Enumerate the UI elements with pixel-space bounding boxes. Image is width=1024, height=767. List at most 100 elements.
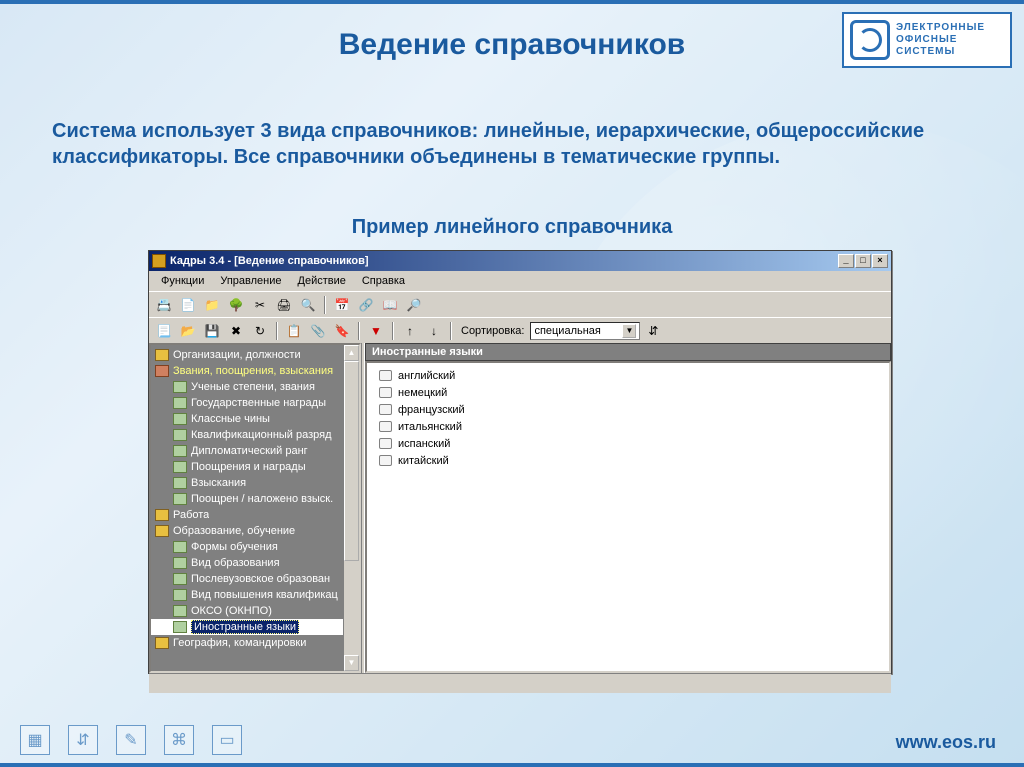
tree-item-label: Иностранные языки	[191, 620, 299, 634]
tb-tree-icon[interactable]: 🌳	[225, 295, 247, 315]
tb-down-icon[interactable]: ↓	[423, 321, 445, 341]
slide-title: Ведение справочников	[0, 28, 1024, 62]
tb-page-icon[interactable]: 📄	[177, 295, 199, 315]
doc-icon	[173, 413, 187, 425]
tree-item[interactable]: Работа	[151, 507, 359, 523]
menu-action[interactable]: Действие	[290, 273, 354, 289]
tree-item[interactable]: Классные чины	[151, 411, 359, 427]
doc-icon	[173, 621, 187, 633]
menu-management[interactable]: Управление	[212, 273, 289, 289]
tb-open-icon[interactable]: 📂	[177, 321, 199, 341]
content-body: английский немецкий французский итальянский…	[365, 361, 891, 673]
menu-help[interactable]: Справка	[354, 273, 413, 289]
footer-url: www.eos.ru	[896, 732, 996, 753]
menu-functions[interactable]: Функции	[153, 273, 212, 289]
list-item[interactable]: итальянский	[371, 418, 885, 435]
tree-item-label: Поощрен / наложено взыск.	[191, 493, 333, 505]
footer-icons: ▦ ⇵ ✎ ⌘ ▭	[20, 725, 242, 755]
list-item[interactable]: немецкий	[371, 384, 885, 401]
footer-org-icon: ⇵	[68, 725, 98, 755]
tree-item-label: Ученые степени, звания	[191, 381, 315, 393]
tree-item[interactable]: Вид образования	[151, 555, 359, 571]
tb-filter-icon[interactable]: ▼	[365, 321, 387, 341]
tb-cards-icon[interactable]: 📇	[153, 295, 175, 315]
tb-search-icon[interactable]: 🔎	[403, 295, 425, 315]
list-item[interactable]: испанский	[371, 435, 885, 452]
tb-up-icon[interactable]: ↑	[399, 321, 421, 341]
maximize-button[interactable]: □	[855, 254, 871, 268]
scroll-thumb[interactable]	[344, 361, 359, 561]
card-icon	[379, 455, 392, 466]
tree-item[interactable]: ОКСО (ОКНПО)	[151, 603, 359, 619]
window-title: Кадры 3.4 - [Ведение справочников]	[170, 255, 838, 267]
doc-icon	[173, 397, 187, 409]
tree-item-label: Взыскания	[191, 477, 246, 489]
toolbar-sep-4	[392, 322, 394, 340]
tb-book-icon[interactable]: 📖	[379, 295, 401, 315]
chevron-down-icon[interactable]: ▼	[622, 324, 636, 338]
tb-save-icon[interactable]: 💾	[201, 321, 223, 341]
toolbar-2: 📃 📂 💾 ✖ ↻ 📋 📎 🔖 ▼ ↑ ↓ Сортировка: специа…	[149, 317, 891, 343]
tree-item-label: Государственные награды	[191, 397, 326, 409]
tree-item-label: Работа	[173, 509, 209, 521]
tree-item[interactable]: Иностранные языки	[151, 619, 359, 635]
folder-icon	[155, 349, 169, 361]
footer-building-icon: ▦	[20, 725, 50, 755]
tree-panel: Организации, должностиЗвания, поощрения,…	[149, 343, 361, 673]
list-item[interactable]: французский	[371, 401, 885, 418]
list-item[interactable]: английский	[371, 367, 885, 384]
minimize-button[interactable]: _	[838, 254, 854, 268]
tree-item-label: Вид образования	[191, 557, 280, 569]
tree-item[interactable]: Поощрения и награды	[151, 459, 359, 475]
doc-icon	[173, 605, 187, 617]
tree-item[interactable]: Ученые степени, звания	[151, 379, 359, 395]
tb-print-icon[interactable]: 🖨	[273, 295, 295, 315]
doc-icon	[173, 381, 187, 393]
tree-item[interactable]: Вид повышения квалификац	[151, 587, 359, 603]
tree-item[interactable]: Взыскания	[151, 475, 359, 491]
tb-delete-icon[interactable]: ✖	[225, 321, 247, 341]
tree-item[interactable]: Государственные награды	[151, 395, 359, 411]
doc-icon	[173, 493, 187, 505]
tree-item[interactable]: Образование, обучение	[151, 523, 359, 539]
tree-item[interactable]: Звания, поощрения, взыскания	[151, 363, 359, 379]
tree-item[interactable]: География, командировки	[151, 635, 359, 651]
tree-item[interactable]: Квалификационный разряд	[151, 427, 359, 443]
tree-item[interactable]: Послевузовское образован	[151, 571, 359, 587]
tb-apply-sort-icon[interactable]: ⇵	[642, 321, 664, 341]
special-icon	[155, 365, 169, 377]
sort-value: специальная	[534, 325, 600, 337]
tb-calendar-icon[interactable]: 📅	[331, 295, 353, 315]
list-item-label: немецкий	[398, 387, 447, 399]
toolbar-sep	[324, 296, 326, 314]
tb-new-icon[interactable]: 📃	[153, 321, 175, 341]
tb-tag-icon[interactable]: 🔖	[331, 321, 353, 341]
close-button[interactable]: ×	[872, 254, 888, 268]
tb-cut-icon[interactable]: ✂	[249, 295, 271, 315]
tree-scrollbar[interactable]: ▲ ▼	[343, 345, 359, 671]
menubar: Функции Управление Действие Справка	[149, 271, 891, 291]
tb-refresh-icon[interactable]: ↻	[249, 321, 271, 341]
list-item[interactable]: китайский	[371, 452, 885, 469]
tb-folder-icon[interactable]: 📁	[201, 295, 223, 315]
footer-card-icon: ▭	[212, 725, 242, 755]
scroll-down-icon[interactable]: ▼	[344, 655, 359, 671]
list-item-label: французский	[398, 404, 465, 416]
tb-copy-icon[interactable]: 📋	[283, 321, 305, 341]
tb-link-icon[interactable]: 🔗	[355, 295, 377, 315]
tree-item[interactable]: Организации, должности	[151, 347, 359, 363]
sort-select[interactable]: специальная ▼	[530, 322, 640, 340]
titlebar[interactable]: Кадры 3.4 - [Ведение справочников] _ □ ×	[149, 251, 891, 271]
slide-subtitle: Пример линейного справочника	[0, 216, 1024, 239]
slide-body-text: Система использует 3 вида справочников: …	[52, 118, 972, 170]
doc-icon	[173, 477, 187, 489]
folder-icon	[155, 509, 169, 521]
tree-item[interactable]: Формы обучения	[151, 539, 359, 555]
tb-preview-icon[interactable]: 🔍	[297, 295, 319, 315]
tree-item[interactable]: Поощрен / наложено взыск.	[151, 491, 359, 507]
slide-top-border	[0, 0, 1024, 4]
tree-item-label: Образование, обучение	[173, 525, 295, 537]
tb-paste-icon[interactable]: 📎	[307, 321, 329, 341]
tree-item[interactable]: Дипломатический ранг	[151, 443, 359, 459]
scroll-up-icon[interactable]: ▲	[344, 345, 359, 361]
